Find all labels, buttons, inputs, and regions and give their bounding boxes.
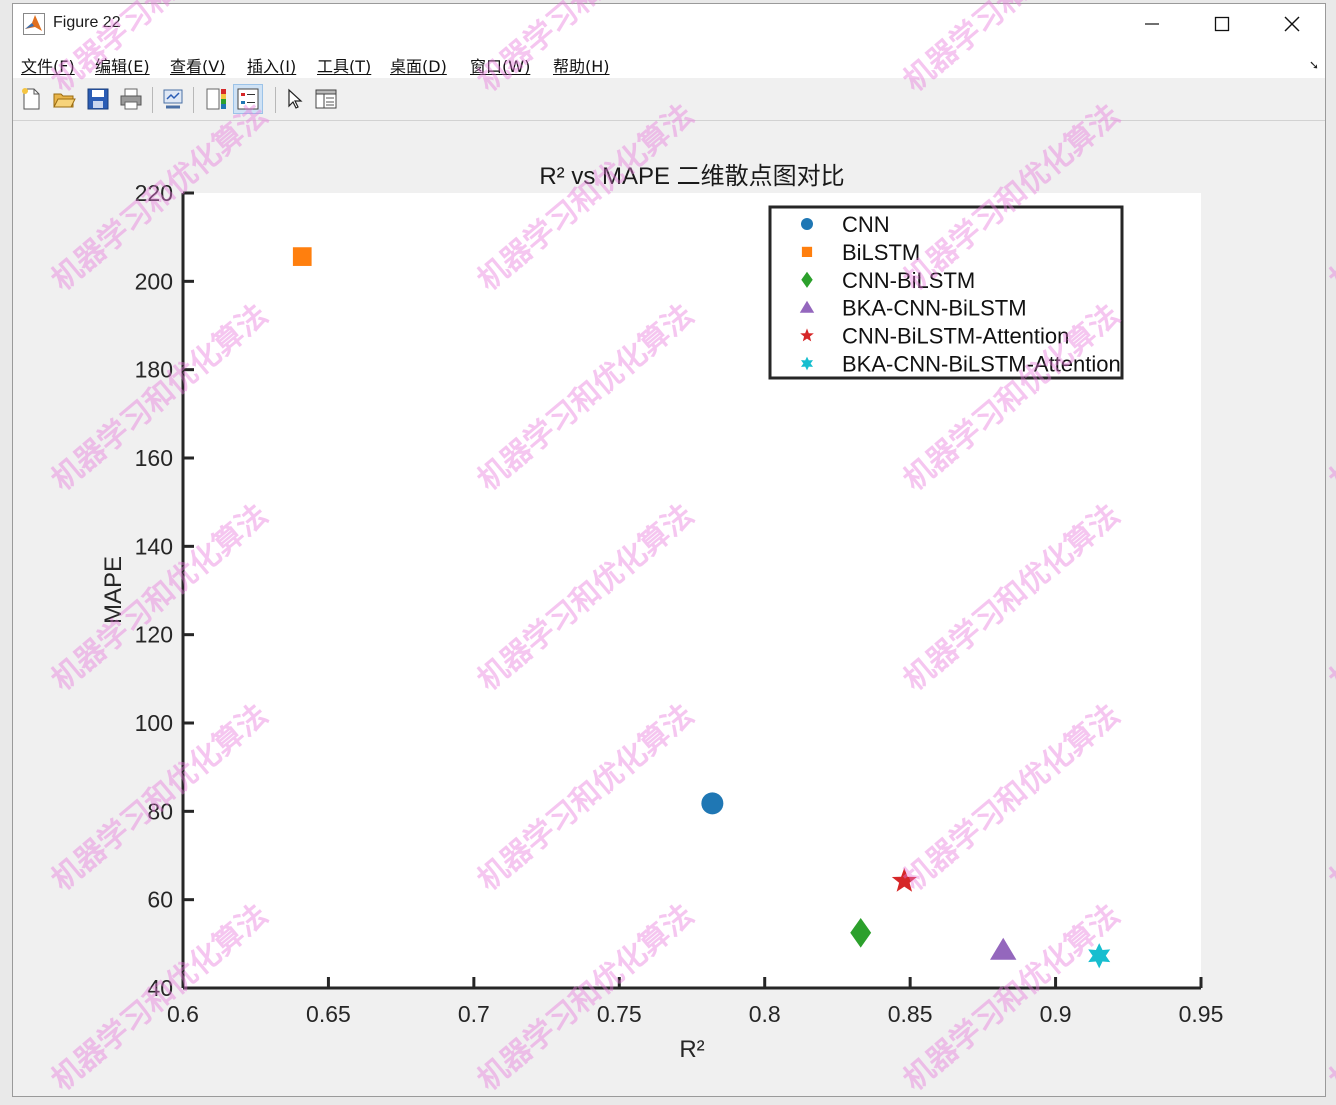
legend[interactable]: CNN BiLSTM CNN-BiLSTM BKA-CNN-BiLSTM CNN-BiL… (768, 205, 1124, 380)
y-axis-label: MAPE (100, 556, 127, 624)
legend-marker (801, 246, 813, 257)
legend-label: BKA-CNN-BiLSTM-Attention (842, 352, 1121, 377)
x-tick-label: 0.8 (749, 1001, 781, 1027)
y-tick-label: 40 (147, 975, 173, 1001)
x-tick-label: 0.65 (306, 1001, 351, 1027)
x-tick-label: 0.75 (597, 1001, 642, 1027)
y-tick-label: 220 (135, 180, 173, 206)
legend-label: CNN-BiLSTM (842, 268, 975, 293)
chart-title: R² vs MAPE 二维散点图对比 (539, 163, 844, 190)
y-tick-label: 100 (135, 710, 173, 736)
data-point-cnn (701, 792, 724, 815)
data-point-bilstm (292, 247, 312, 266)
legend-label: BKA-CNN-BiLSTM (842, 296, 1027, 321)
y-tick-label: 140 (135, 533, 173, 559)
legend-marker (801, 218, 813, 230)
x-tick-label: 0.6 (167, 1001, 199, 1027)
y-tick-label: 60 (147, 887, 173, 913)
x-tick-label: 0.95 (1179, 1001, 1224, 1027)
scatter-chart: R² vs MAPE 二维散点图对比 0.6 0.65 0.7 0.75 0.8 0.85… (100, 163, 1224, 1063)
legend-label: CNN-BiLSTM-Attention (842, 324, 1069, 349)
x-tick-label: 0.7 (458, 1001, 490, 1027)
x-tick-label: 0.85 (888, 1001, 933, 1027)
x-tick-label: 0.9 (1040, 1001, 1072, 1027)
legend-label: BiLSTM (842, 240, 920, 265)
y-tick-label: 180 (135, 357, 173, 383)
y-tick-label: 80 (147, 798, 173, 824)
x-axis-label: R² (679, 1036, 704, 1063)
legend-label: CNN (842, 212, 890, 237)
y-tick-label: 200 (135, 268, 173, 294)
y-tick-label: 120 (135, 622, 173, 648)
y-tick-label: 160 (135, 445, 173, 471)
